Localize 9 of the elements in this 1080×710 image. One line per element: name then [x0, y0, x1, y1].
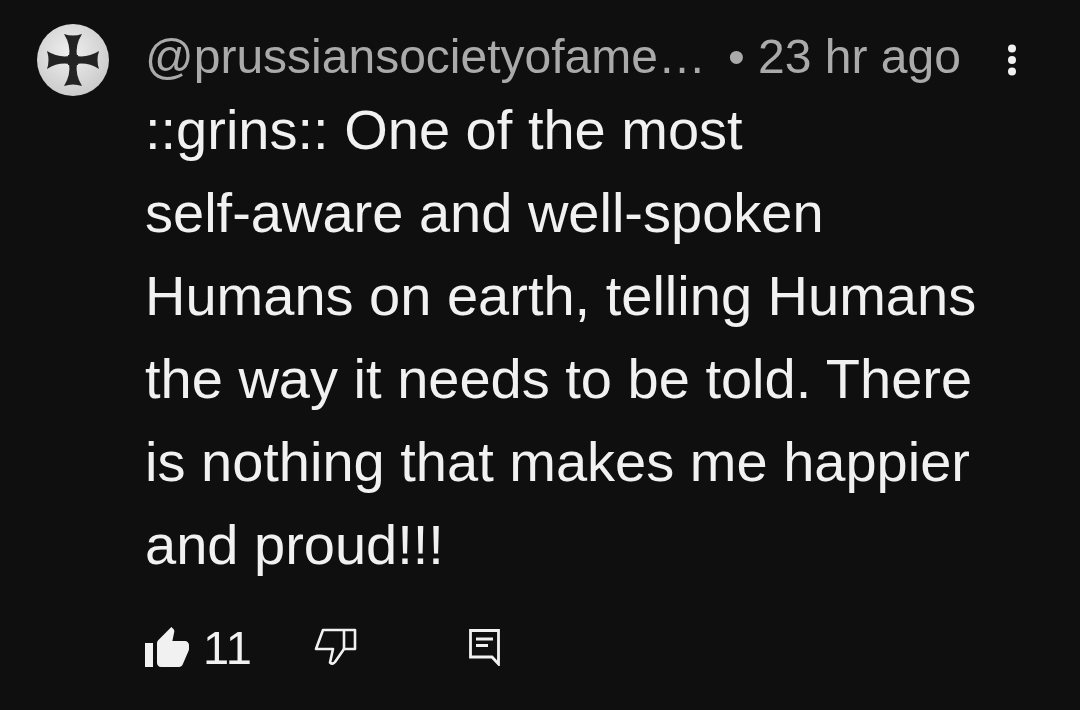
more-options-button[interactable]	[1007, 44, 1017, 76]
comment-text: ::grins:: One of the most self-aware and well-spoken Humans on earth, telling Humans the way it needs to be told. There is nothing that makes me happier and proud!!!	[145, 97, 978, 578]
like-button[interactable]	[145, 627, 189, 667]
comment-author[interactable]: @prussiansocietyofame…	[145, 28, 706, 84]
avatar-cross-icon	[37, 24, 109, 96]
like-count: 11	[203, 619, 252, 675]
comment-time: • 23 hr ago	[727, 28, 961, 84]
dislike-button[interactable]	[313, 628, 357, 666]
reply-button[interactable]	[468, 628, 500, 666]
